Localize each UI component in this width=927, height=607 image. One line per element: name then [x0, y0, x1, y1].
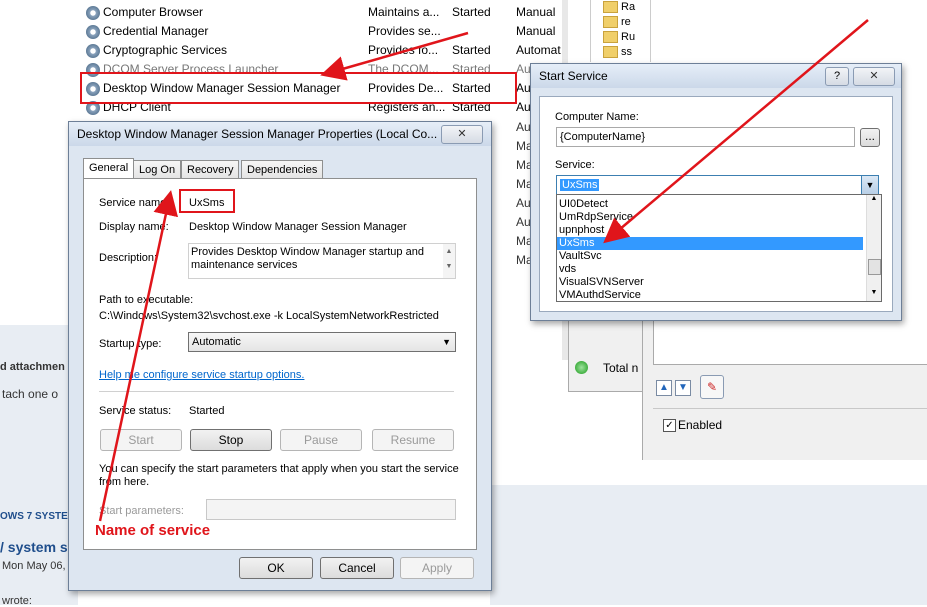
- annotation-arrows: [98, 19, 869, 522]
- arrow-to-service-name: [98, 190, 179, 522]
- annotation-caption: Name of service: [95, 522, 211, 539]
- arrow-to-uxsms-option: [603, 19, 869, 244]
- arrow-to-service-row: [320, 31, 469, 81]
